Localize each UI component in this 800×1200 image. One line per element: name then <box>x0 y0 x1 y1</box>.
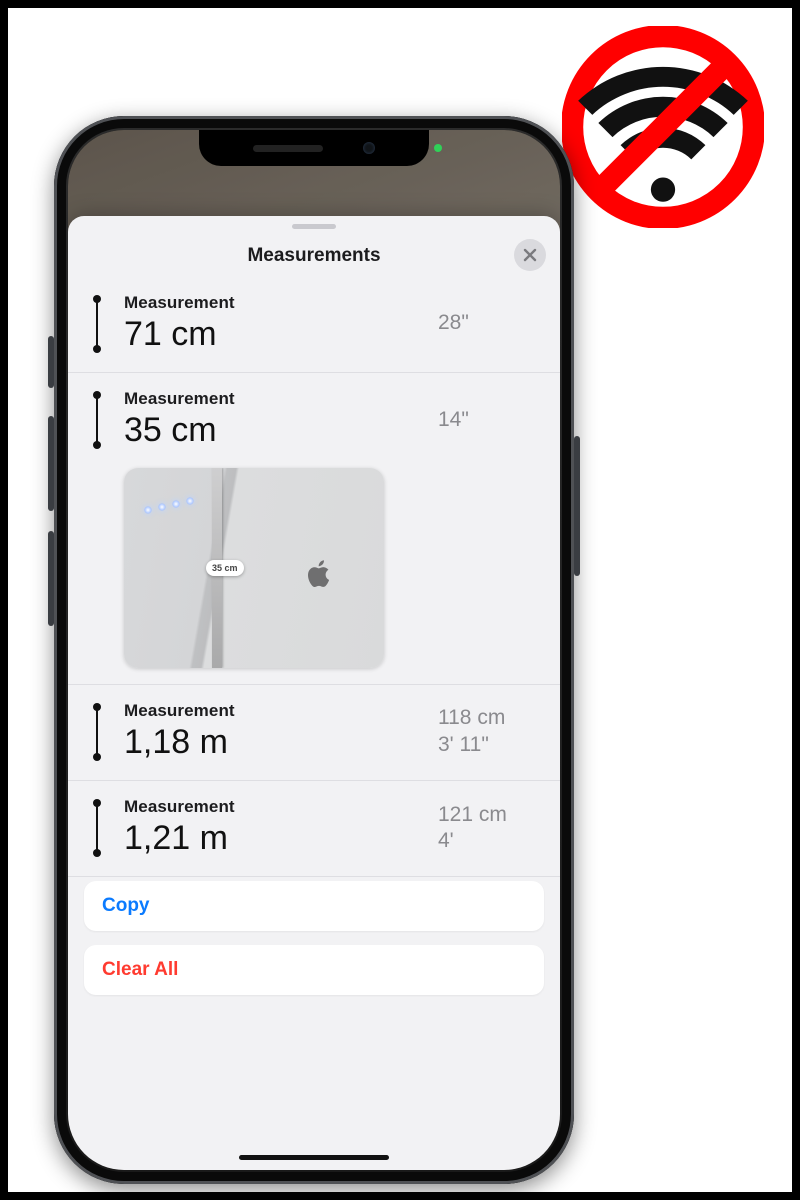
volume-down-button <box>48 531 54 626</box>
measurement-secondary-value: 118 cm <box>438 705 538 731</box>
line-segment-icon <box>86 703 108 761</box>
measurement-primary-value: 71 cm <box>124 315 422 354</box>
phone-frame: Measurements Measurement 71 cm <box>54 116 574 1184</box>
measurement-row[interactable]: Measurement 35 cm 14" <box>68 373 560 468</box>
camera-indicator-dot <box>434 144 442 152</box>
measurement-primary-value: 1,21 m <box>124 819 422 858</box>
mute-switch <box>48 336 54 388</box>
screen: Measurements Measurement 71 cm <box>68 130 560 1170</box>
measurement-label: Measurement <box>124 797 422 817</box>
measurements-sheet: Measurements Measurement 71 cm <box>68 216 560 1170</box>
measurement-label: Measurement <box>124 701 422 721</box>
line-segment-icon <box>86 391 108 449</box>
measurement-secondary-value: 14" <box>438 407 538 433</box>
copy-button[interactable]: Copy <box>84 881 544 931</box>
measurement-row[interactable]: Measurement 1,21 m 121 cm 4' <box>68 781 560 877</box>
sheet-header: Measurements <box>68 235 560 277</box>
close-button[interactable] <box>514 239 546 271</box>
line-segment-icon <box>86 295 108 353</box>
line-segment-icon <box>86 799 108 857</box>
measurement-row[interactable]: Measurement 1,18 m 118 cm 3' 11" <box>68 685 560 781</box>
volume-up-button <box>48 416 54 511</box>
front-camera <box>363 142 375 154</box>
no-wifi-icon <box>562 26 764 228</box>
close-icon <box>523 248 537 262</box>
side-button <box>574 436 580 576</box>
clear-all-button[interactable]: Clear All <box>84 945 544 995</box>
sheet-grabber[interactable] <box>292 224 336 229</box>
sheet-title: Measurements <box>247 245 380 267</box>
measurement-thumbnail[interactable]: 35 cm <box>124 468 384 668</box>
measurement-label: Measurement <box>124 293 422 313</box>
measurement-secondary-value-2: 4' <box>438 828 538 854</box>
measurement-secondary-value: 28" <box>438 310 538 336</box>
measurement-secondary-value-2: 3' 11" <box>438 732 538 758</box>
measurement-row[interactable]: Measurement 71 cm 28" <box>68 277 560 373</box>
measurement-thumbnail-container: 35 cm <box>68 468 560 685</box>
measurement-primary-value: 35 cm <box>124 411 422 450</box>
apple-logo-icon <box>308 560 332 593</box>
measurement-label: Measurement <box>124 389 422 409</box>
measurement-secondary-value: 121 cm <box>438 802 538 828</box>
speaker-grille <box>253 145 323 152</box>
thumbnail-badge: 35 cm <box>206 560 244 576</box>
measurements-list: Measurement 71 cm 28" Measurement <box>68 277 560 1170</box>
actions-group: Copy Clear All <box>68 877 560 1015</box>
notch <box>199 130 429 166</box>
home-indicator[interactable] <box>239 1155 389 1160</box>
measurement-primary-value: 1,18 m <box>124 723 422 762</box>
